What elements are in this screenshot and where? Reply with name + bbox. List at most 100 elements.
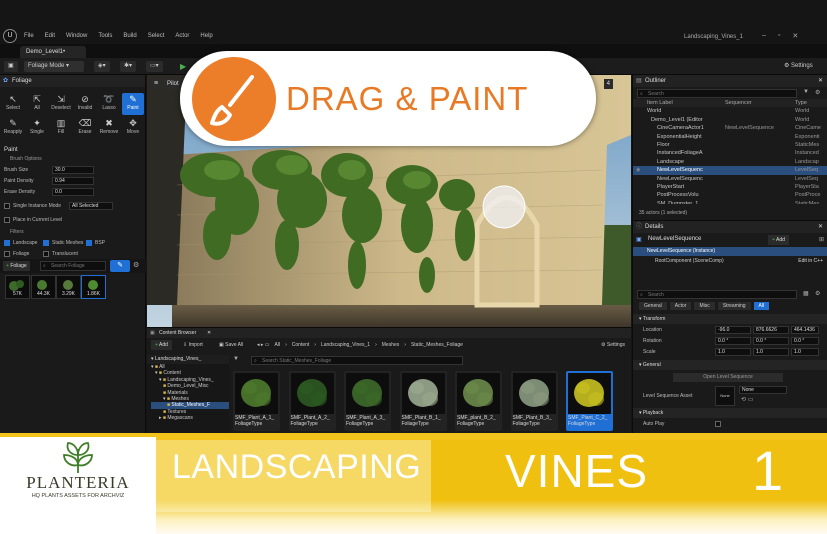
tool-fill[interactable]: ▥ Fill [50,117,72,139]
mode-dropdown[interactable]: Foliage Mode ▾ [24,61,84,72]
foliage-thumb[interactable]: 3.29K [56,275,81,299]
tool-select[interactable]: ↖ Select [2,93,24,115]
level-tab[interactable]: Demo_Level1• [20,46,86,58]
unreal-logo-icon[interactable]: U [3,29,17,43]
viewport-pilot-label[interactable]: Pilot [164,79,182,89]
outliner-row[interactable]: Landscape Landscap [633,158,827,166]
asset-dropdown[interactable]: None [739,386,787,394]
brush-size-input[interactable]: 30.0 [52,166,94,174]
tab-all[interactable]: All [753,302,770,310]
paint-filter-button[interactable]: ✎ [110,260,130,272]
use-selected-icon[interactable]: ⟲ ▭ [741,396,753,403]
menu-actor[interactable]: Actor [175,33,189,39]
edit-cpp-link[interactable]: Edit in C++ [798,256,823,266]
outliner-row[interactable]: PlayerStart PlayerSta [633,183,827,191]
translucent-checkbox[interactable] [43,251,49,257]
foliage-search-input[interactable]: ⌕ Search Foliage [40,261,106,271]
tool-paint[interactable]: ✎ Paint [122,93,144,115]
general-section-header[interactable]: ▾ General [633,360,827,370]
location-z-input[interactable]: 464.1436 [791,325,819,334]
tree-root[interactable]: ▾ Landscaping_Vines_ [147,355,229,364]
tab-streaming[interactable]: Streaming [717,302,751,310]
crumb-landscaping[interactable]: Landscaping_Vines_1 [321,340,370,350]
landscape-checkbox[interactable] [4,240,10,246]
tool-lasso[interactable]: ➰ Lasso [98,93,120,115]
viewport-menu-icon[interactable]: ≡ [151,79,161,89]
gear-icon[interactable]: ⚙ [815,290,820,297]
add-component-button[interactable]: + Add [768,235,789,245]
maximize-icon[interactable]: ▫ [778,32,780,40]
minimize-icon[interactable]: – [762,32,766,40]
menu-help[interactable]: Help [200,33,212,39]
crumb-meshes[interactable]: Meshes [382,340,400,350]
tool-single[interactable]: ✦ Single [26,117,48,139]
cinematics-icon[interactable]: ✱▾ [120,61,137,72]
crumb-content[interactable]: Content [292,340,310,350]
bsp-checkbox[interactable] [86,240,92,246]
menu-edit[interactable]: Edit [45,33,55,39]
asset-tile[interactable]: SMF_Plant_A_1_ FoliageType [233,371,280,431]
asset-tile[interactable]: SMF_Plant_B_3_ FoliageType [510,371,558,431]
foliage-checkbox[interactable] [4,251,10,257]
tab-general[interactable]: General [639,302,667,310]
close-icon[interactable]: ✕ [792,32,798,40]
location-y-input[interactable]: 876.6626 [753,325,789,334]
place-in-level-checkbox[interactable] [4,217,10,223]
lock-icon[interactable]: ⊞ [819,236,824,243]
rotation-x-input[interactable]: 0.0 ° [715,336,751,345]
component-instance-row[interactable]: NewLevelSequence (Instance) [633,247,827,256]
foliage-thumb[interactable]: 44.3K [31,275,56,299]
location-x-input[interactable]: -96.0 [715,325,751,334]
transform-section-header[interactable]: ▾ Transform [633,314,827,324]
tool-move[interactable]: ✥ Move [122,117,144,139]
root-component-row[interactable]: RootComponent (SceneComp) Edit in C++ [633,256,827,266]
tool-erase[interactable]: ⌫ Erase [74,117,96,139]
open-level-sequence-button[interactable]: Open Level Sequence [673,373,783,382]
asset-search-input[interactable]: ⌕ Search Static_Meshes_Foliage [251,356,463,365]
gear-icon[interactable]: ⚙ [133,261,139,269]
static-meshes-checkbox[interactable] [43,240,49,246]
add-foliage-button[interactable]: + Foliage [3,261,30,271]
column-type[interactable]: Type [795,99,825,107]
save-icon[interactable]: ▣ [4,61,18,72]
outliner-row[interactable]: PostProcessVolu PostProce [633,191,827,199]
single-instance-checkbox[interactable] [4,203,10,209]
settings-button[interactable]: ⚙ Settings [780,61,817,72]
outliner-row[interactable]: ExponentialHeight Exponenti [633,133,827,141]
outliner-row[interactable]: SM_Dumpster_1 StaticMes [633,200,827,205]
filter-icon[interactable]: ▼ [233,356,241,362]
column-item-label[interactable]: Item Label [647,99,725,107]
tree-item[interactable]: ▸ ■ Megascans [151,415,229,421]
tool-deselect[interactable]: ⇲ Deselect [50,93,72,115]
foliage-thumb[interactable]: 1.86K [81,275,106,299]
asset-tile[interactable]: SMF_Plant_A_3_ FoliageType [344,371,391,431]
tool-remove[interactable]: ✖ Remove [98,117,120,139]
crumb-all[interactable]: All [275,340,281,350]
filter-icon[interactable]: ▼ [803,89,809,95]
single-instance-dropdown[interactable]: All Selected [69,202,113,210]
playback-section-header[interactable]: ▾ Playback [633,408,827,418]
paint-density-input[interactable]: 0.94 [52,177,94,185]
tool-reapply[interactable]: ✎ Reapply [2,117,24,139]
tab-misc[interactable]: Misc [694,302,715,310]
outliner-row[interactable]: ◉ NewLevelSequenc LevelSeq [633,166,827,175]
import-button[interactable]: ⇩ Import [183,340,203,350]
scale-x-input[interactable]: 1.0 [715,347,751,356]
outliner-row[interactable]: InstancedFoliageA Instanced [633,149,827,157]
menu-tools[interactable]: Tools [98,33,112,39]
asset-tile[interactable]: SMF_Plant_B_1_ FoliageType [399,371,447,431]
menu-select[interactable]: Select [148,33,165,39]
close-icon[interactable]: ✕ [818,75,823,87]
foliage-thumb[interactable]: 57K [5,275,30,299]
rotation-y-input[interactable]: 0.0 ° [753,336,789,345]
tool-invalid[interactable]: ⊘ Invalid [74,93,96,115]
asset-tile[interactable]: SMF_Plant_A_2_ FoliageType [288,371,336,431]
asset-tile[interactable]: SMF_Plant_C_2_ FoliageType [566,371,613,431]
crumb-static-meshes-foliage[interactable]: Static_Meshes_Foliage [411,340,463,350]
menu-build[interactable]: Build [123,33,136,39]
close-icon[interactable]: ✕ [818,221,823,233]
menu-file[interactable]: File [24,33,34,39]
camera-speed-badge[interactable]: 4 [603,79,613,89]
outliner-row[interactable]: World World [633,107,827,115]
scale-z-input[interactable]: 1.0 [791,347,819,356]
